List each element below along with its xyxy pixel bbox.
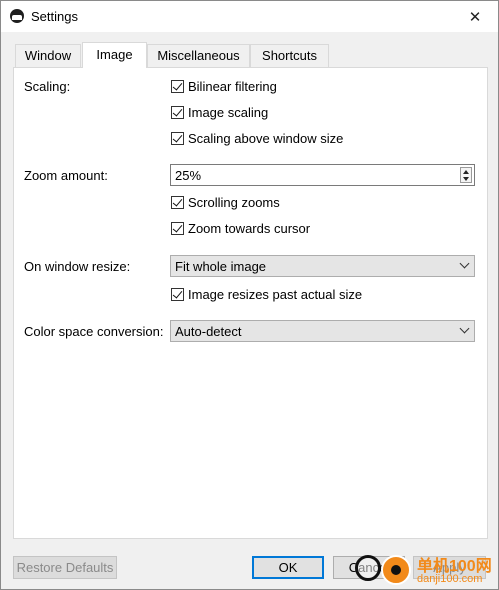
restore-defaults-button[interactable]: Restore Defaults — [13, 556, 117, 579]
chevron-down-icon — [459, 258, 470, 269]
zoom-amount-label: Zoom amount: — [24, 168, 108, 183]
window-resize-selected: Fit whole image — [175, 259, 267, 274]
checkmark-icon — [171, 287, 184, 301]
scaling-above-window-size-checkbox[interactable]: Scaling above window size — [171, 130, 343, 146]
watermark-logo-icon — [381, 555, 411, 585]
checkmark-icon — [171, 195, 184, 209]
chevron-down-icon — [459, 323, 470, 334]
settings-window: Settings ✕ Window Image Miscellaneous Sh… — [0, 0, 499, 590]
color-space-selected: Auto-detect — [175, 324, 242, 339]
zoom-towards-cursor-checkbox[interactable]: Zoom towards cursor — [171, 220, 310, 236]
watermark-ring-icon — [355, 555, 381, 581]
checkmark-icon — [171, 131, 184, 145]
scrolling-zooms-checkbox[interactable]: Scrolling zooms — [171, 194, 280, 210]
checkmark-icon — [171, 105, 184, 119]
step-down-icon[interactable] — [463, 177, 469, 181]
checkmark-icon — [171, 79, 184, 93]
step-up-icon[interactable] — [463, 170, 469, 174]
zoom-stepper[interactable] — [460, 167, 472, 183]
bilinear-filtering-label: Bilinear filtering — [188, 78, 277, 94]
window-resize-dropdown[interactable]: Fit whole image — [170, 255, 475, 277]
watermark-url: danji100.com — [417, 573, 483, 585]
ok-button[interactable]: OK — [252, 556, 324, 579]
image-resizes-past-actual-size-label: Image resizes past actual size — [188, 286, 363, 302]
zoom-amount-value: 25% — [175, 168, 202, 183]
on-window-resize-label: On window resize: — [24, 259, 131, 274]
bilinear-filtering-checkbox[interactable]: Bilinear filtering — [171, 78, 277, 94]
color-space-dropdown[interactable]: Auto-detect — [170, 320, 475, 342]
image-resizes-past-actual-size-checkbox[interactable]: Image resizes past actual size — [171, 286, 362, 302]
image-scaling-label: Image scaling — [188, 104, 269, 120]
scaling-above-window-size-label: Scaling above window size — [188, 130, 344, 146]
checkmark-icon — [171, 221, 184, 235]
scrolling-zooms-label: Scrolling zooms — [188, 194, 280, 210]
image-scaling-checkbox[interactable]: Image scaling — [171, 104, 268, 120]
zoom-towards-cursor-label: Zoom towards cursor — [188, 220, 311, 236]
color-space-conversion-label: Color space conversion: — [24, 324, 164, 339]
zoom-amount-spinbox[interactable]: 25% — [170, 164, 475, 186]
scaling-label: Scaling: — [24, 79, 71, 94]
